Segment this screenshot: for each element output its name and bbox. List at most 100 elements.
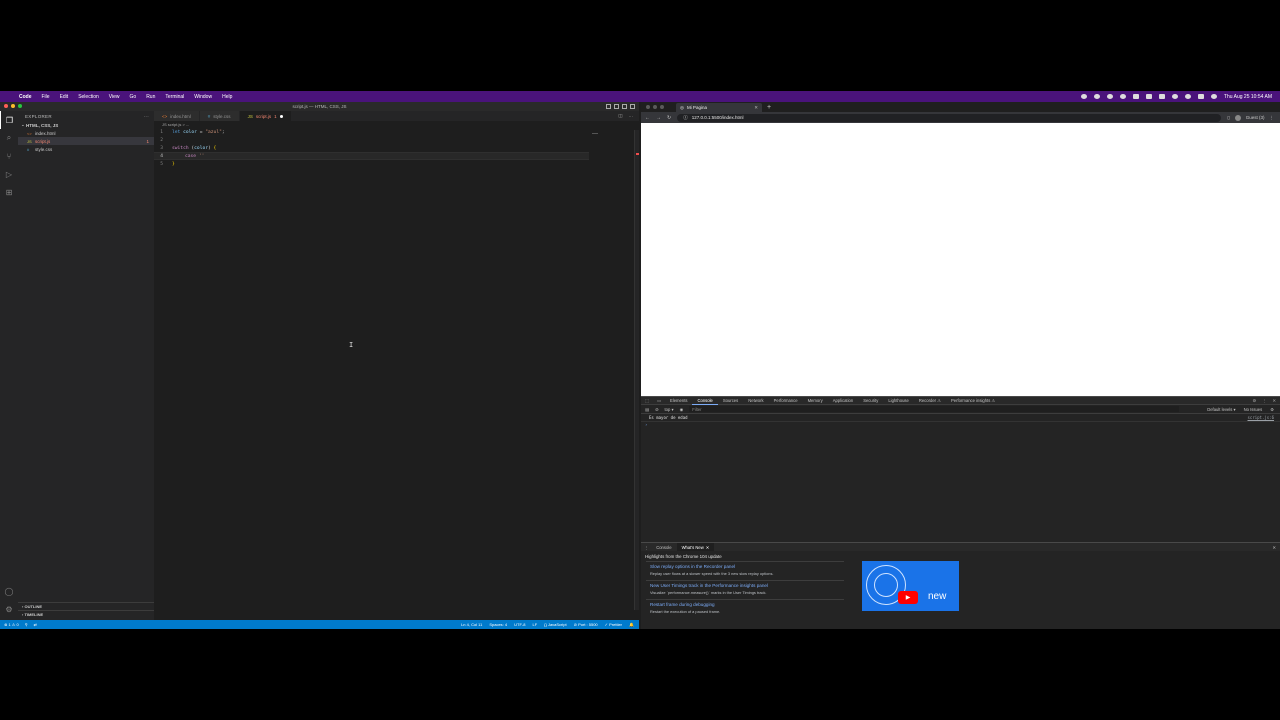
clear-console-icon[interactable]: ⊘ <box>655 407 659 412</box>
drawer-tab-whats-new[interactable]: What's New ✕ <box>676 543 715 551</box>
page-viewport[interactable] <box>641 123 1280 396</box>
code-line[interactable]: 3 switch (color) { <box>154 144 639 152</box>
record-icon[interactable] <box>1080 94 1087 99</box>
inspect-element-icon[interactable]: ⬚ <box>641 398 653 403</box>
siri-icon[interactable] <box>1210 94 1217 99</box>
search-icon[interactable] <box>1184 94 1191 99</box>
zoom-window-button[interactable] <box>660 105 664 109</box>
info-icon[interactable]: ⓘ <box>683 115 688 121</box>
drawer-tab-console[interactable]: Console <box>651 543 676 551</box>
console-prompt[interactable]: › <box>641 422 1280 429</box>
line-ending-status[interactable]: LF <box>532 622 537 627</box>
encoding-status[interactable]: UTF-8 <box>514 622 525 627</box>
news-title[interactable]: Restart frame during debugging <box>650 602 840 607</box>
notifications-bell-icon[interactable]: 🔔 <box>629 622 634 627</box>
menu-run[interactable]: Run <box>146 94 155 100</box>
news-item[interactable]: New User Timings track in the Performanc… <box>646 580 844 599</box>
split-editor-icon[interactable]: ◫ <box>618 113 622 119</box>
breadcrumb[interactable]: JS script.js > ... <box>154 121 639 128</box>
tab-memory[interactable]: Memory <box>803 397 828 405</box>
settings-icon[interactable] <box>1106 94 1113 99</box>
dropbox-icon[interactable] <box>1093 94 1100 99</box>
avatar[interactable] <box>1234 114 1241 121</box>
forward-icon[interactable]: → <box>656 115 661 121</box>
news-item[interactable]: Restart frame during debugging Restart t… <box>646 599 844 618</box>
tab-style-css[interactable]: # style.css <box>199 111 240 121</box>
new-tab-icon[interactable]: + <box>767 104 771 111</box>
wifi-icon[interactable] <box>1171 94 1178 99</box>
file-item-style-css[interactable]: # style.css <box>18 145 154 153</box>
close-tab-icon[interactable]: ✕ <box>754 105 758 111</box>
code-line[interactable]: 2 <box>154 136 639 144</box>
unsaved-dot-icon[interactable] <box>279 114 283 118</box>
extension-icon[interactable] <box>1119 94 1126 99</box>
run-debug-icon[interactable]: ▷ <box>0 165 18 183</box>
issues-button[interactable]: No Issues <box>1244 407 1263 412</box>
code-editor[interactable]: 1 let color = "azul"; 2 3 switch (color)… <box>154 128 639 168</box>
live-server-port-status[interactable]: ⊘ Port : 5500 <box>574 622 598 627</box>
log-levels-dropdown[interactable]: Default levels ▾ <box>1207 407 1235 412</box>
reload-icon[interactable]: ↻ <box>667 115 671 121</box>
language-mode-status[interactable]: {} JavaScript <box>544 622 566 627</box>
menu-help[interactable]: Help <box>222 94 232 100</box>
toggle-panel-icon[interactable] <box>614 104 619 109</box>
cursor-position-status[interactable]: Ln 4, Col 11 <box>461 622 482 627</box>
tab-index-html[interactable]: <> index.html <box>154 111 200 121</box>
news-title[interactable]: New User Timings track in the Performanc… <box>650 583 840 588</box>
tab-recorder[interactable]: Recorder ⚠ <box>914 397 946 405</box>
tab-performance[interactable]: Performance <box>769 397 803 405</box>
battery-icon[interactable] <box>1158 94 1165 99</box>
tab-console[interactable]: Console <box>692 397 718 405</box>
tab-performance-insights[interactable]: Performance insights ⚠ <box>946 397 1000 405</box>
menu-bar-clock[interactable]: Thu Aug 25 10:54 AM <box>1224 94 1272 100</box>
menu-code[interactable]: Code <box>19 94 32 100</box>
editor-scrollbar[interactable] <box>634 130 639 610</box>
more-actions-icon[interactable]: ··· <box>629 114 634 119</box>
news-title[interactable]: Slow replay options in the Recorder pane… <box>650 564 840 569</box>
toggle-sidebar-icon[interactable] <box>606 104 611 109</box>
keyboard-icon[interactable] <box>1145 94 1152 99</box>
tab-network[interactable]: Network <box>743 397 768 405</box>
control-center-icon[interactable] <box>1197 94 1204 99</box>
sidebar-toggle-icon[interactable]: ▤ <box>645 407 649 412</box>
file-item-script-js[interactable]: JS script.js 1 <box>18 137 154 145</box>
close-drawer-icon[interactable]: ✕ <box>1272 545 1280 550</box>
minimize-window-button[interactable] <box>11 104 15 108</box>
account-icon[interactable]: ◯ <box>0 582 18 600</box>
profile-label[interactable]: Guest (3) <box>1246 115 1265 120</box>
tab-elements[interactable]: Elements <box>665 397 692 405</box>
side-panel-icon[interactable]: ▯ <box>1227 115 1229 121</box>
indentation-status[interactable]: Spaces: 4 <box>489 622 507 627</box>
back-icon[interactable]: ← <box>645 115 650 121</box>
menu-file[interactable]: File <box>42 94 50 100</box>
tab-sources[interactable]: Sources <box>718 397 743 405</box>
window-icon[interactable] <box>1132 94 1139 99</box>
problems-status[interactable]: ⊗ 1 ⚠ 0 <box>4 622 19 627</box>
context-selector[interactable]: top ▾ <box>664 407 673 412</box>
console-source-link[interactable]: script.js:6 <box>1248 415 1280 420</box>
menu-terminal[interactable]: Terminal <box>165 94 184 100</box>
menu-edit[interactable]: Edit <box>60 94 69 100</box>
minimap[interactable] <box>592 133 598 134</box>
close-devtools-icon[interactable]: ✕ <box>1272 398 1276 403</box>
timeline-section[interactable]: › TIMELINE <box>18 610 154 618</box>
more-menu-icon[interactable]: ⋮ <box>1270 115 1275 121</box>
code-line-current[interactable]: 4 case '' <box>154 152 589 160</box>
minimize-window-button[interactable] <box>653 105 657 109</box>
workspace-folder[interactable]: ⌄ HTML, CSS, JS <box>18 121 154 129</box>
manage-gear-icon[interactable]: ⚙ <box>0 600 18 618</box>
tab-script-js[interactable]: JS script.js 1 <box>239 111 292 121</box>
whats-new-video-thumbnail[interactable]: ▶ new <box>862 561 959 611</box>
close-tab-icon[interactable]: ✕ <box>706 545 710 550</box>
zoom-window-button[interactable] <box>18 104 22 108</box>
device-toolbar-icon[interactable]: ▭ <box>653 398 665 403</box>
menu-view[interactable]: View <box>109 94 120 100</box>
code-line[interactable]: 5 } <box>154 160 639 168</box>
file-item-index-html[interactable]: <> index.html <box>18 129 154 137</box>
console-settings-gear-icon[interactable]: ⚙ <box>1270 407 1274 412</box>
prettier-status[interactable]: ✓ Prettier <box>605 622 622 627</box>
code-line[interactable]: 1 let color = "azul"; <box>154 128 639 136</box>
browser-tab[interactable]: ◎ Mi Pagina ✕ <box>676 103 762 112</box>
menu-selection[interactable]: Selection <box>78 94 99 100</box>
remote-icon[interactable]: ⇄ <box>34 622 37 627</box>
